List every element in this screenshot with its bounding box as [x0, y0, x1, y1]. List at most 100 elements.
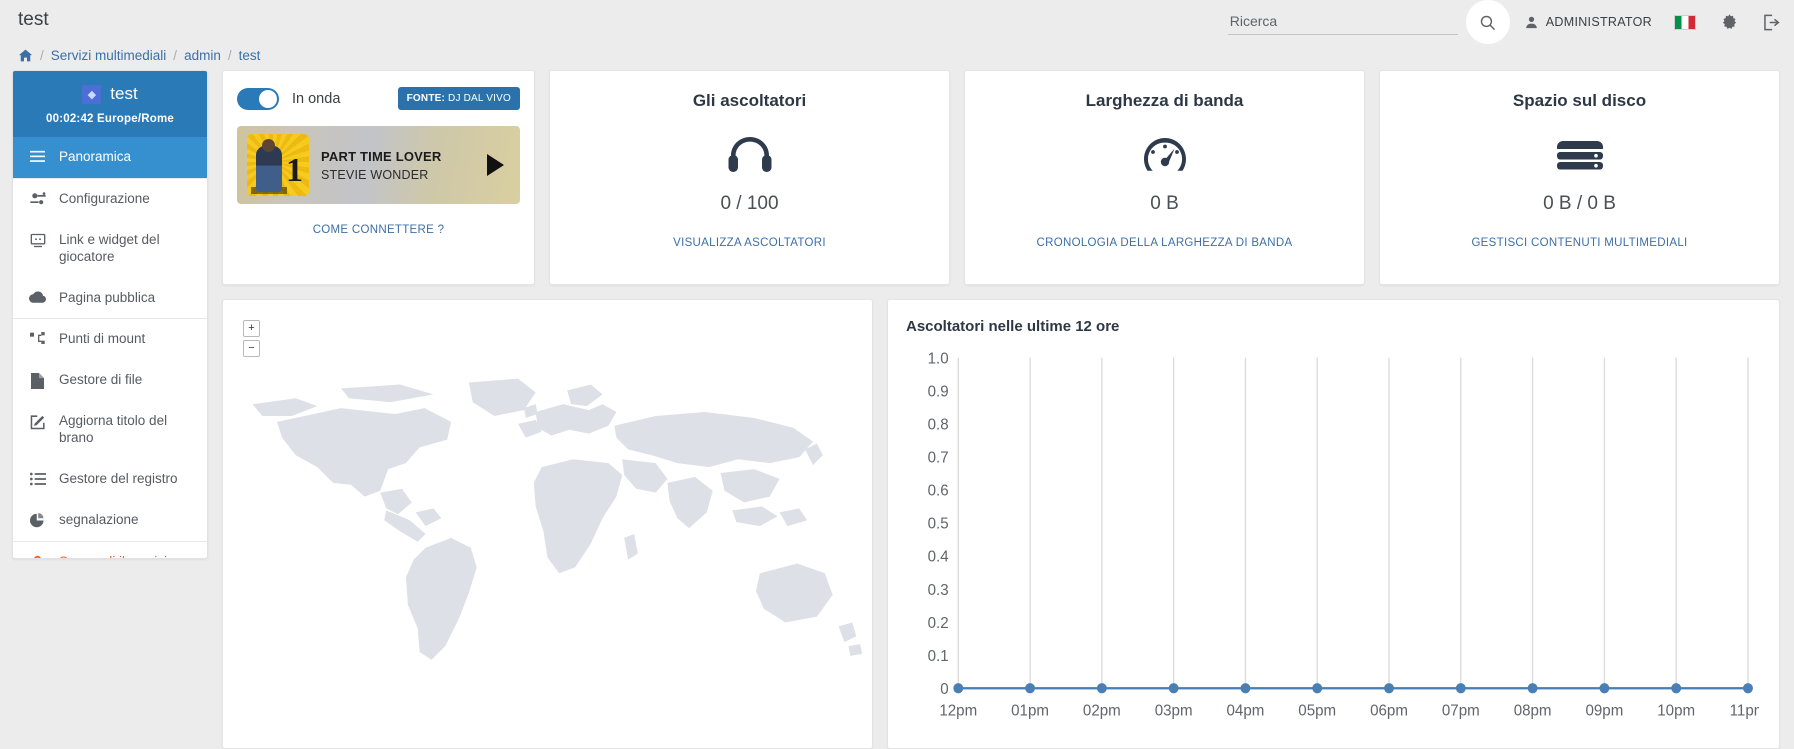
on-air-card: In onda FONTE: DJ DAL VIVO 1 PART TIME L… — [222, 70, 535, 285]
sidebar-item-label: Sospendi il servizio — [59, 554, 175, 558]
sidebar-item-punti-di-mount[interactable]: Punti di mount — [13, 319, 207, 360]
card-title: Spazio sul disco — [1512, 91, 1647, 110]
breadcrumb-item-0[interactable]: Servizi multimediali — [51, 48, 167, 63]
sidebar-item-pagina-pubblica[interactable]: Pagina pubblica — [13, 278, 207, 319]
italian-flag-icon[interactable] — [1674, 14, 1696, 30]
svg-text:0.9: 0.9 — [928, 383, 949, 400]
sidebar-item-label: Pagina pubblica — [59, 289, 156, 305]
sidebar-item-panoramica[interactable]: Panoramica — [13, 137, 207, 178]
bandwidth-history-link[interactable]: CRONOLOGIA DELLA LARGHEZZA DI BANDA — [1037, 237, 1293, 249]
gear-icon — [1722, 13, 1737, 29]
logout-button[interactable] — [1761, 13, 1780, 32]
bandwidth-card: Larghezza di banda 0 B CRONOLOGIA DELLA … — [964, 70, 1365, 285]
file-icon — [29, 373, 46, 390]
search-button[interactable] — [1465, 0, 1510, 44]
map-zoom-out-button[interactable]: − — [243, 340, 260, 357]
sidebar-item-gestore-di-file[interactable]: Gestore di file — [13, 360, 207, 401]
svg-text:1.0: 1.0 — [928, 350, 949, 367]
list-icon — [29, 472, 46, 486]
sidebar-header: ◆ test 00:02:42 Europe/Rome — [13, 71, 207, 137]
svg-text:06pm: 06pm — [1370, 702, 1408, 719]
svg-text:0.3: 0.3 — [928, 582, 949, 599]
play-icon[interactable] — [487, 154, 504, 176]
svg-text:0.8: 0.8 — [928, 416, 949, 433]
sidebar-item-segnalazione[interactable]: segnalazione — [13, 500, 207, 541]
headphones-icon — [728, 133, 772, 177]
bottom-card-row: + − Ascoltatori nelle ultime 12 ore 1.0 … — [222, 299, 1780, 749]
map-zoom-in-button[interactable]: + — [243, 320, 260, 337]
station-logo-icon: ◆ — [82, 84, 102, 104]
search-icon — [1481, 15, 1496, 30]
sidebar-item-label: segnalazione — [59, 511, 139, 527]
source-badge-prefix: FONTE: — [406, 93, 446, 104]
sidebar-item-label: Punti di mount — [59, 331, 146, 347]
svg-text:12pm: 12pm — [939, 702, 977, 719]
on-air-toggle[interactable] — [237, 87, 279, 110]
main-content: In onda FONTE: DJ DAL VIVO 1 PART TIME L… — [222, 70, 1780, 749]
now-playing-text: PART TIME LOVER STEVIE WONDER — [321, 149, 441, 182]
card-title: Gli ascoltatori — [692, 91, 807, 110]
how-to-connect-link[interactable]: COME CONNETTERE ? — [237, 224, 520, 236]
on-air-header: In onda FONTE: DJ DAL VIVO — [237, 87, 520, 110]
world-map-card: + − — [222, 299, 873, 749]
pie-chart-icon — [29, 512, 46, 528]
breadcrumb-item-2[interactable]: test — [239, 48, 261, 63]
edit-icon — [29, 414, 46, 430]
source-badge-value: DJ DAL VIVO — [448, 93, 511, 104]
svg-text:10pm: 10pm — [1657, 702, 1695, 719]
top-bar: test ADMINISTRATOR — [0, 0, 1794, 44]
sidebar-item-label: Gestore di file — [59, 372, 143, 388]
listeners-line-chart[interactable]: 1.0 0.9 0.8 0.7 0.6 0.5 0.4 0.3 0.2 0.1 0 12pm 01pm 0… — [906, 349, 1767, 740]
lock-icon — [29, 555, 46, 558]
svg-text:08pm: 08pm — [1514, 702, 1552, 719]
cloud-icon — [29, 290, 46, 304]
breadcrumb: / Servizi multimediali / admin / test — [0, 40, 1794, 70]
logout-icon — [1764, 14, 1780, 30]
sidebar: ◆ test 00:02:42 Europe/Rome Panoramica C… — [12, 70, 208, 559]
chart-area[interactable]: 1.0 0.9 0.8 0.7 0.6 0.5 0.4 0.3 0.2 0.1 0 12pm 01pm 0… — [906, 349, 1767, 740]
breadcrumb-item-1[interactable]: admin — [184, 48, 221, 63]
sidebar-item-label: Configurazione — [59, 190, 150, 206]
breadcrumb-separator-1: / — [173, 47, 178, 63]
world-map-graphic[interactable] — [223, 308, 872, 749]
search-input[interactable] — [1227, 9, 1458, 35]
gauge-icon — [1142, 133, 1188, 177]
sidebar-item-gestore-registro[interactable]: Gestore del registro — [13, 459, 207, 500]
view-listeners-link[interactable]: VISUALIZZA ASCOLTATORI — [673, 237, 826, 249]
listeners-chart-card: Ascoltatori nelle ultime 12 ore 1.0 0.9 0.… — [887, 299, 1780, 749]
server-icon — [1555, 133, 1605, 177]
menu-icon — [29, 150, 46, 163]
breadcrumb-home-link[interactable] — [18, 48, 33, 63]
svg-text:0.6: 0.6 — [928, 482, 949, 499]
svg-text:09pm: 09pm — [1585, 702, 1623, 719]
app-title: test — [18, 9, 49, 30]
source-badge[interactable]: FONTE: DJ DAL VIVO — [397, 87, 520, 110]
album-art: 1 — [247, 134, 309, 196]
sidebar-item-link-e-widget[interactable]: Link e widget del giocatore — [13, 220, 207, 278]
header-actions: ADMINISTRATOR — [1227, 0, 1780, 44]
disk-space-card: Spazio sul disco 0 B / 0 B GESTISCI CONT… — [1379, 70, 1780, 285]
manage-media-link[interactable]: GESTISCI CONTENUTI MULTIMEDIALI — [1471, 237, 1687, 249]
sliders-icon — [29, 192, 46, 206]
svg-text:02pm: 02pm — [1083, 702, 1121, 719]
sidebar-clock: 00:02:42 Europe/Rome — [46, 113, 174, 125]
sidebar-item-label: Aggiorna titolo del brano — [59, 413, 168, 446]
top-card-row: In onda FONTE: DJ DAL VIVO 1 PART TIME L… — [222, 70, 1780, 285]
settings-button[interactable] — [1720, 13, 1739, 32]
breadcrumb-separator-2: / — [227, 47, 232, 63]
sidebar-station-name: test — [110, 84, 138, 103]
disk-space-value: 0 B / 0 B — [1543, 193, 1616, 214]
chart-title: Ascoltatori nelle ultime 12 ore — [906, 318, 1120, 335]
bandwidth-value: 0 B — [1150, 193, 1179, 214]
sidebar-item-aggiorna-titolo[interactable]: Aggiorna titolo del brano — [13, 401, 207, 459]
map-zoom-controls: + − — [243, 320, 260, 360]
svg-text:04pm: 04pm — [1227, 702, 1265, 719]
sidebar-item-sospendi-servizio[interactable]: Sospendi il servizio — [13, 542, 207, 558]
svg-text:0.4: 0.4 — [928, 548, 949, 565]
svg-text:05pm: 05pm — [1298, 702, 1336, 719]
sidebar-item-label: Gestore del registro — [59, 471, 178, 486]
monitor-icon — [29, 233, 46, 248]
sidebar-item-configurazione[interactable]: Configurazione — [13, 179, 207, 220]
user-menu[interactable]: ADMINISTRATOR — [1524, 15, 1652, 30]
toggle-knob — [259, 89, 277, 108]
